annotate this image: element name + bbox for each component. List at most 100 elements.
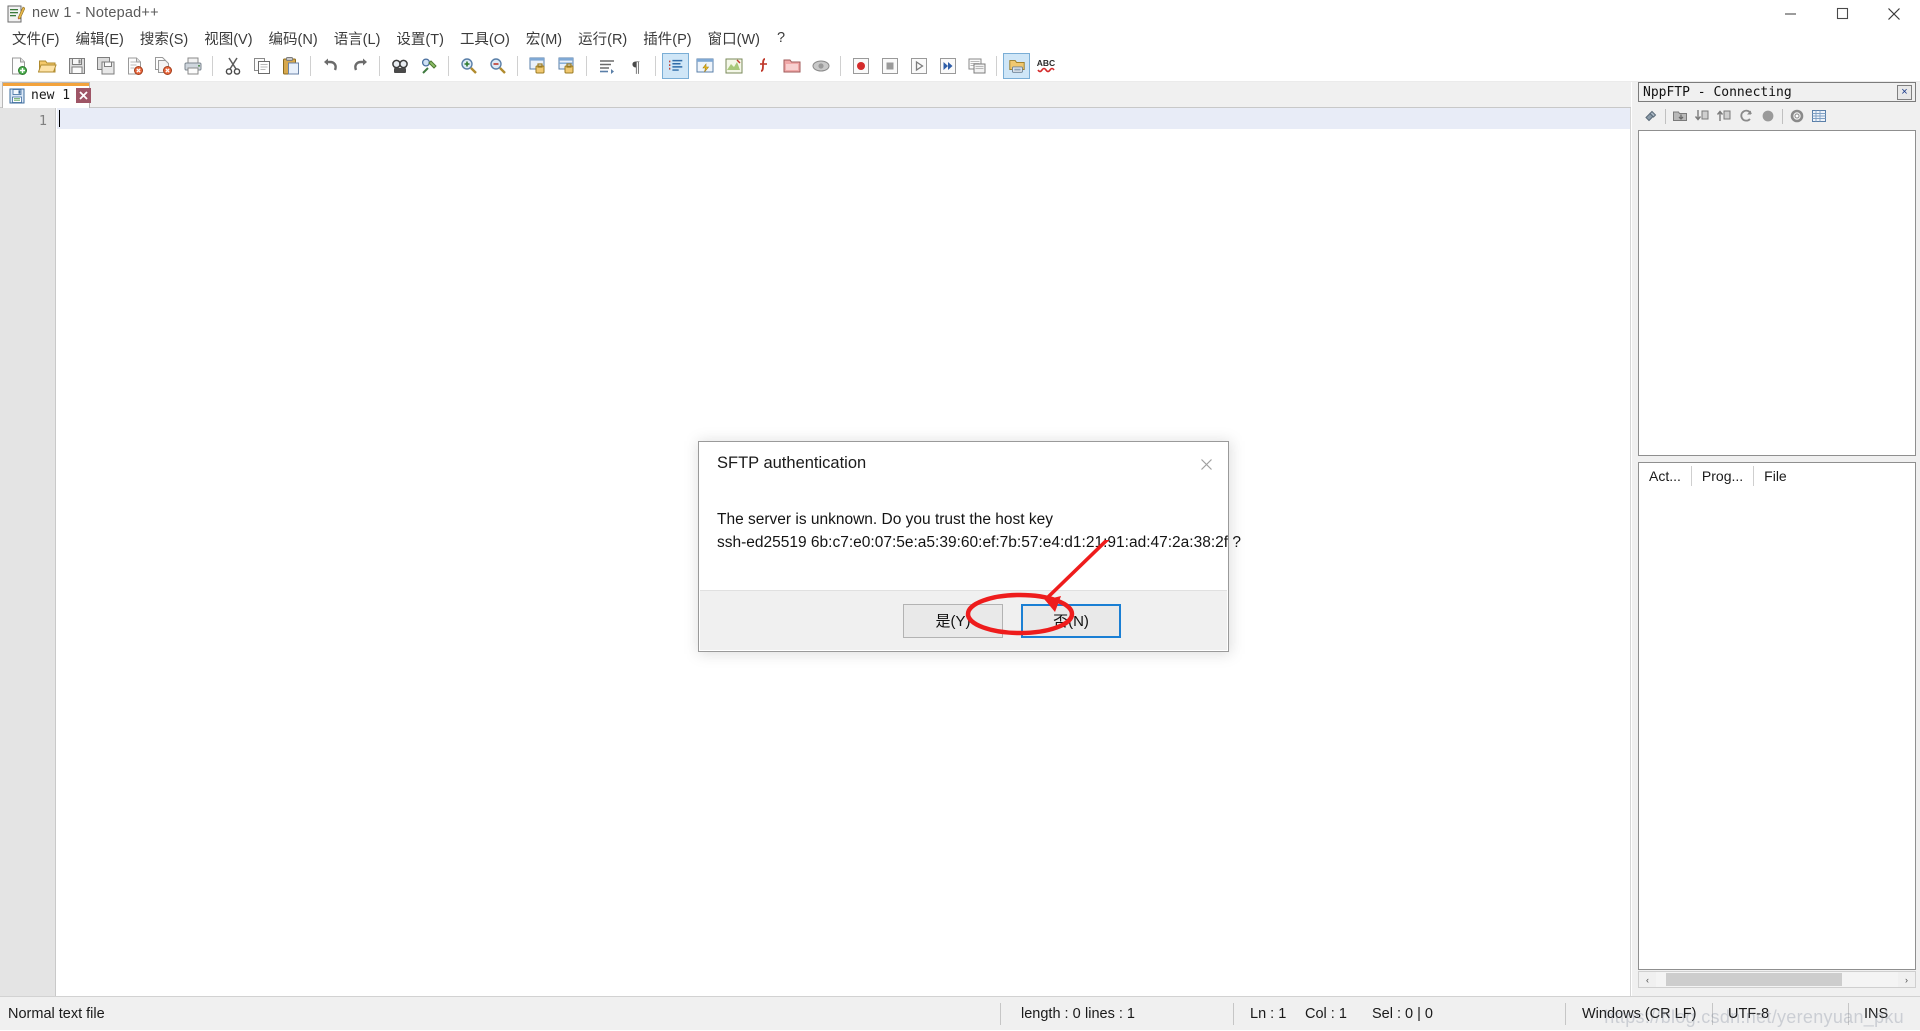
play-multiple-macro-icon[interactable]: [934, 53, 961, 79]
ftp-tab-file[interactable]: File: [1754, 466, 1797, 486]
menu-window[interactable]: 窗口(W): [700, 26, 768, 52]
nppftp-toolbar: [1638, 104, 1916, 128]
abort-icon[interactable]: [1757, 106, 1779, 126]
document-tab-label: new 1: [31, 88, 70, 103]
undo-icon[interactable]: [317, 53, 344, 79]
sync-horizontal-scroll-icon[interactable]: [553, 53, 580, 79]
redo-icon[interactable]: [346, 53, 373, 79]
save-all-icon[interactable]: [92, 53, 119, 79]
toolbar-separator: [996, 56, 997, 76]
scroll-left-arrow-icon[interactable]: ‹: [1639, 972, 1656, 987]
menu-search[interactable]: 搜索(S): [132, 26, 196, 52]
nppftp-output-pane: Act... Prog... File: [1638, 462, 1916, 970]
document-map-icon[interactable]: [720, 53, 747, 79]
menu-encoding[interactable]: 编码(N): [261, 26, 326, 52]
show-nppftp-window-icon[interactable]: [1003, 53, 1030, 79]
close-all-files-icon[interactable]: [150, 53, 177, 79]
menu-view[interactable]: 视图(V): [196, 26, 260, 52]
separator: [1782, 109, 1783, 124]
scrollbar-thumb[interactable]: [1666, 973, 1842, 986]
nppftp-title: NppFTP - Connecting: [1643, 85, 1792, 100]
menu-run[interactable]: 运行(R): [570, 26, 635, 52]
menu-plugins[interactable]: 插件(P): [635, 26, 699, 52]
menu-help[interactable]: ?: [768, 28, 794, 49]
current-line-highlight: [57, 108, 1630, 129]
saved-file-icon: [9, 88, 25, 104]
minimize-icon[interactable]: [1764, 0, 1816, 27]
menu-macro[interactable]: 宏(M): [518, 26, 570, 52]
ftp-tab-progress[interactable]: Prog...: [1692, 466, 1754, 486]
dialog-close-icon[interactable]: [1196, 454, 1216, 474]
open-file-icon[interactable]: [34, 53, 61, 79]
toolbar-separator: [379, 56, 380, 76]
notepad-plus-plus-icon: [7, 5, 25, 23]
show-all-characters-icon[interactable]: ¶: [622, 53, 649, 79]
document-tabbar: new 1: [0, 82, 1631, 108]
download-file-icon[interactable]: [1691, 106, 1713, 126]
play-macro-icon[interactable]: [905, 53, 932, 79]
new-file-icon[interactable]: [5, 53, 32, 79]
save-icon[interactable]: [63, 53, 90, 79]
toolbar-separator: [655, 56, 656, 76]
dialog-message-line-1: The server is unknown. Do you trust the …: [717, 508, 1210, 531]
nppftp-titlebar: NppFTP - Connecting ×: [1638, 82, 1916, 102]
paste-icon[interactable]: [277, 53, 304, 79]
monitoring-icon[interactable]: [807, 53, 834, 79]
scrollbar-track[interactable]: [1656, 972, 1898, 987]
nppftp-panel: NppFTP - Connecting ×: [1632, 82, 1920, 996]
menu-language[interactable]: 语言(L): [326, 26, 389, 52]
nppftp-close-icon[interactable]: ×: [1897, 85, 1912, 100]
window-title: new 1 - Notepad++: [32, 5, 159, 21]
active-tab-accent: [3, 83, 89, 86]
menu-edit[interactable]: 编辑(E): [68, 26, 132, 52]
close-file-icon[interactable]: [121, 53, 148, 79]
download-folder-icon[interactable]: [1669, 106, 1691, 126]
print-icon[interactable]: [179, 53, 206, 79]
line-number: 1: [39, 113, 47, 129]
toolbar-separator: [310, 56, 311, 76]
menu-settings[interactable]: 设置(T): [388, 26, 452, 52]
nppftp-horizontal-scrollbar[interactable]: ‹ ›: [1638, 971, 1916, 988]
menu-tools[interactable]: 工具(O): [452, 26, 518, 52]
scroll-right-arrow-icon[interactable]: ›: [1898, 972, 1915, 987]
save-macro-icon[interactable]: [963, 53, 990, 79]
upload-file-icon[interactable]: [1713, 106, 1735, 126]
copy-icon[interactable]: [248, 53, 275, 79]
user-defined-language-icon[interactable]: [691, 53, 718, 79]
status-lines: lines : 1: [1085, 997, 1135, 1031]
menubar: 文件(F) 编辑(E) 搜索(S) 视图(V) 编码(N) 语言(L) 设置(T…: [0, 27, 1920, 50]
settings-gear-icon[interactable]: [1786, 106, 1808, 126]
function-list-icon[interactable]: [749, 53, 776, 79]
ftp-tab-actions[interactable]: Act...: [1639, 466, 1692, 486]
refresh-icon[interactable]: [1735, 106, 1757, 126]
yes-button[interactable]: 是(Y): [903, 604, 1003, 638]
word-wrap-icon[interactable]: [593, 53, 620, 79]
record-macro-icon[interactable]: [847, 53, 874, 79]
main-toolbar: ¶: [0, 50, 1920, 82]
window-titlebar: new 1 - Notepad++: [0, 0, 1920, 27]
maximize-icon[interactable]: [1816, 0, 1868, 27]
cut-icon[interactable]: [219, 53, 246, 79]
indent-guide-icon[interactable]: [662, 53, 689, 79]
replace-icon[interactable]: [415, 53, 442, 79]
no-button[interactable]: 否(N): [1021, 604, 1121, 638]
separator: [1665, 109, 1666, 124]
folder-as-workspace-icon[interactable]: [778, 53, 805, 79]
spell-check-icon[interactable]: ABC: [1032, 53, 1059, 79]
find-icon[interactable]: [386, 53, 413, 79]
stop-macro-icon[interactable]: [876, 53, 903, 79]
nppftp-tree-view[interactable]: [1638, 130, 1916, 456]
status-col: Col : 1: [1305, 997, 1347, 1031]
zoom-out-icon[interactable]: [484, 53, 511, 79]
close-tab-icon[interactable]: [76, 88, 91, 103]
sync-vertical-scroll-icon[interactable]: [524, 53, 551, 79]
messages-icon[interactable]: [1808, 106, 1830, 126]
menu-file[interactable]: 文件(F): [4, 26, 68, 52]
zoom-in-icon[interactable]: [455, 53, 482, 79]
toolbar-separator: [840, 56, 841, 76]
connect-icon[interactable]: [1640, 106, 1662, 126]
close-icon[interactable]: [1868, 0, 1920, 27]
dialog-message-line-2: ssh-ed25519 6b:c7:e0:07:5e:a5:39:60:ef:7…: [717, 531, 1210, 554]
document-tab-new-1[interactable]: new 1: [2, 82, 90, 108]
svg-text:¶: ¶: [632, 59, 640, 76]
